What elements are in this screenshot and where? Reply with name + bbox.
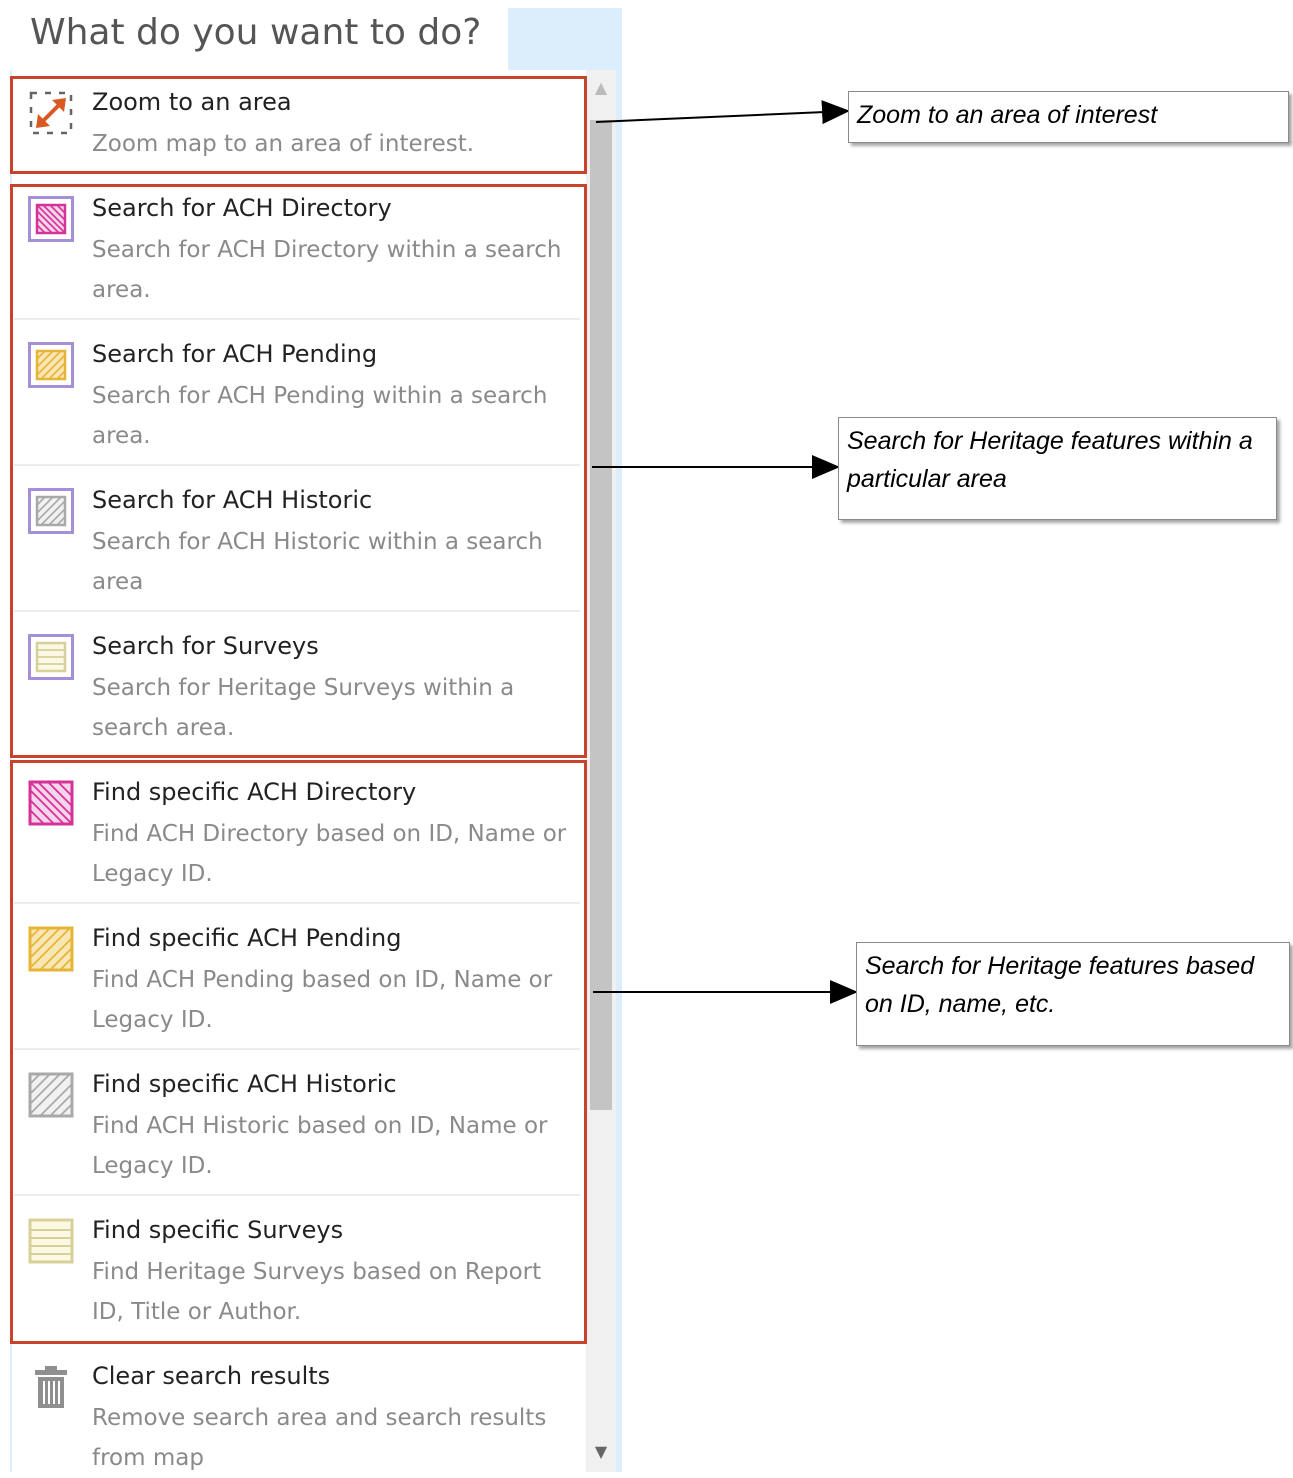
callout-area-search: Search for Heritage features within a pa…: [838, 417, 1277, 520]
callout-arrows: [592, 100, 858, 1004]
callout-zoom: Zoom to an area of interest: [848, 91, 1289, 143]
callout-attribute-search: Search for Heritage features based on ID…: [856, 942, 1290, 1046]
callout-arrow-zoom: [595, 100, 850, 125]
